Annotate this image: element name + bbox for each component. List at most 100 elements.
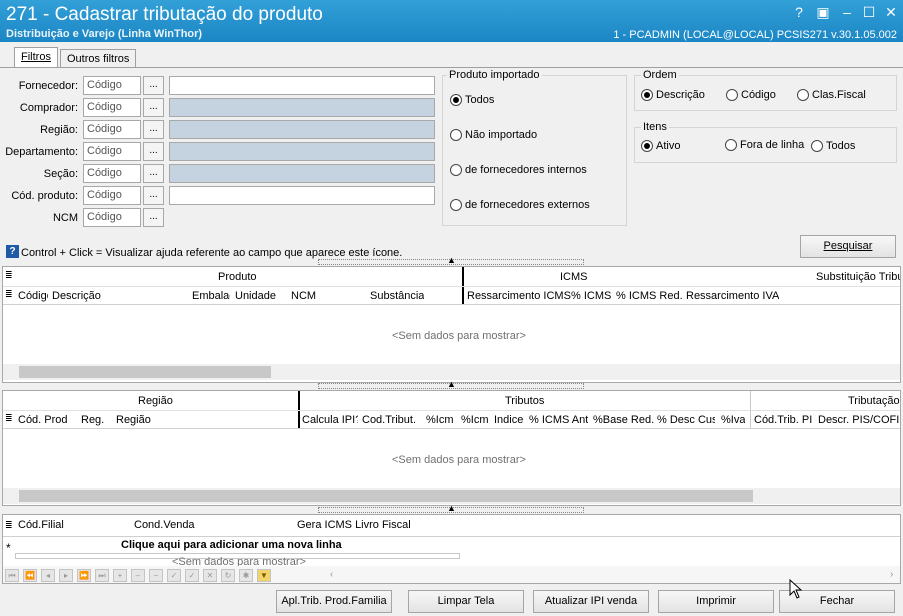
comprador-lookup-button[interactable]: ...	[143, 98, 164, 117]
column-header[interactable]: Descr. PIS/COFIN	[818, 414, 900, 426]
scroll-thumb[interactable]	[19, 490, 753, 502]
horizontal-scrollbar[interactable]	[3, 364, 900, 380]
column-header[interactable]: Cód.Filial	[18, 519, 64, 531]
departamento-code-input[interactable]: Código	[83, 142, 141, 161]
radio-label: Descrição	[656, 89, 705, 101]
radio-ordem-codigo[interactable]: Código	[726, 89, 776, 101]
column-header[interactable]: %Base Red.	[593, 414, 654, 426]
produto-lookup-button[interactable]: ...	[143, 186, 164, 205]
column-header[interactable]: NCM	[291, 290, 316, 302]
column-header[interactable]: Indice	[494, 414, 523, 426]
limpar-tela-button[interactable]: Limpar Tela	[408, 590, 524, 613]
radio-itens-fora-de-linha[interactable]: Fora de linha	[725, 139, 804, 151]
fornecedor-lookup-button[interactable]: ...	[143, 76, 164, 95]
scroll-thumb[interactable]	[19, 366, 271, 378]
produto-code-input[interactable]: Código	[83, 186, 141, 205]
secao-lookup-button[interactable]: ...	[143, 164, 164, 183]
restore-icon[interactable]: ▣	[814, 3, 832, 21]
radio-itens-ativo[interactable]: Ativo	[641, 140, 680, 152]
column-header[interactable]: %Icm	[461, 414, 489, 426]
grid-menu-icon[interactable]: ≣	[5, 413, 13, 424]
pesquisar-button[interactable]: Pesquisar	[800, 235, 896, 258]
add-new-row[interactable]: Clique aqui para adicionar uma nova linh…	[121, 539, 342, 551]
column-header[interactable]: Região	[116, 414, 151, 426]
fornecedor-desc-field[interactable]	[169, 76, 435, 95]
radio-fornecedores-externos[interactable]: de fornecedores externos	[450, 199, 590, 211]
column-header[interactable]: % Desc Cus	[657, 414, 715, 426]
column-header[interactable]: % ICMS Red.	[616, 290, 683, 302]
splitter-handle[interactable]: ▲	[318, 255, 584, 265]
band-header: Tributação	[848, 395, 900, 407]
last-record-icon: ⏭	[95, 569, 109, 582]
produto-desc-field[interactable]	[169, 186, 435, 205]
regiao-code-input[interactable]: Código	[83, 120, 141, 139]
grid-menu-icon[interactable]: ≣	[5, 520, 13, 531]
comprador-desc-field	[169, 98, 435, 117]
splitter-handle[interactable]: ▲	[318, 379, 584, 389]
column-header[interactable]: Reg.	[81, 414, 104, 426]
column-header[interactable]: % ICMS	[571, 290, 611, 302]
horizontal-scrollbar[interactable]	[3, 488, 900, 504]
caret-up-icon: ▲	[447, 503, 456, 513]
radio-fornecedores-internos[interactable]: de fornecedores internos	[450, 164, 587, 176]
help-icon[interactable]: ?	[790, 3, 808, 21]
column-header[interactable]: % ICMS Ant	[529, 414, 588, 426]
column-header[interactable]: Cód.Trib. PI	[754, 414, 812, 426]
close-icon[interactable]: ✕	[882, 3, 900, 21]
maximize-icon[interactable]: ☐	[860, 3, 878, 21]
radio-itens-todos[interactable]: Todos	[811, 140, 855, 152]
insert-icon: +	[113, 569, 127, 582]
regiao-lookup-button[interactable]: ...	[143, 120, 164, 139]
column-header[interactable]: Gera ICMS Livro Fiscal	[297, 519, 411, 531]
radio-ordem-clas-fiscal[interactable]: Clas.Fiscal	[797, 89, 866, 101]
radio-todos[interactable]: Todos	[450, 94, 494, 106]
column-header[interactable]: %Icm	[426, 414, 454, 426]
radio-nao-importado[interactable]: Não importado	[450, 129, 537, 141]
imprimir-button[interactable]: Imprimir	[658, 590, 774, 613]
column-header[interactable]: %Iva	[721, 414, 745, 426]
column-header[interactable]: Embalag	[192, 290, 230, 302]
column-header[interactable]: Calcula IPI?	[302, 414, 358, 426]
grid-menu-icon[interactable]: ≣	[5, 270, 13, 281]
apl-trib-prod-familia-button[interactable]: Apl.Trib. Prod.Familia	[276, 590, 392, 613]
window-subtitle: Distribuição e Varejo (Linha WinThor)	[6, 28, 203, 40]
splitter-handle[interactable]: ▲	[318, 503, 584, 513]
first-record-icon: ⏮	[5, 569, 19, 582]
band-header: ICMS	[560, 271, 588, 283]
column-header[interactable]: Cód. Prod	[18, 414, 68, 426]
header-line	[3, 304, 900, 305]
radio-label: de fornecedores externos	[465, 199, 590, 211]
column-header[interactable]: Ressarcimento ICMS	[467, 290, 571, 302]
ncm-lookup-button[interactable]: ...	[143, 208, 164, 227]
comprador-code-input[interactable]: Código	[83, 98, 141, 117]
column-header[interactable]: Substância	[370, 290, 424, 302]
grid-menu-icon[interactable]: ≣	[5, 289, 13, 300]
minimize-icon[interactable]: –	[838, 3, 856, 21]
column-header[interactable]: Cod.Tribut.	[362, 414, 416, 426]
column-header[interactable]: Cond.Venda	[134, 519, 195, 531]
filter-icon[interactable]: ▼	[257, 569, 271, 582]
radio-label: de fornecedores internos	[465, 164, 587, 176]
ncm-code-input[interactable]: Código	[83, 208, 141, 227]
delete-icon: −	[149, 569, 163, 582]
column-header[interactable]: Descrição	[52, 290, 101, 302]
scroll-right-icon[interactable]: ›	[890, 569, 893, 580]
fornecedor-code-input[interactable]: Código	[83, 76, 141, 95]
column-header[interactable]: Ressarcimento IVA	[686, 290, 779, 302]
band-header: Região	[138, 395, 173, 407]
scroll-left-icon[interactable]: ‹	[330, 569, 333, 580]
window-title: 271 - Cadastrar tributação do produto	[6, 4, 323, 25]
radio-label: Não importado	[465, 129, 538, 141]
tab-outros-filtros[interactable]: Outros filtros	[60, 49, 136, 67]
filter-label: NCM	[52, 212, 78, 224]
secao-code-input[interactable]: Código	[83, 164, 141, 183]
radio-ordem-descricao[interactable]: Descrição	[641, 89, 705, 101]
departamento-lookup-button[interactable]: ...	[143, 142, 164, 161]
header-line	[3, 428, 900, 429]
tab-filtros[interactable]: Filtros	[14, 47, 58, 68]
column-header[interactable]: Unidade	[235, 290, 276, 302]
column-header[interactable]: Código	[18, 290, 48, 302]
status-info: 1 - PCADMIN (LOCAL@LOCAL) PCSIS271 v.30.…	[613, 29, 897, 41]
caret-up-icon: ▲	[447, 379, 456, 389]
atualizar-ipi-venda-button[interactable]: Atualizar IPI venda	[533, 590, 649, 613]
